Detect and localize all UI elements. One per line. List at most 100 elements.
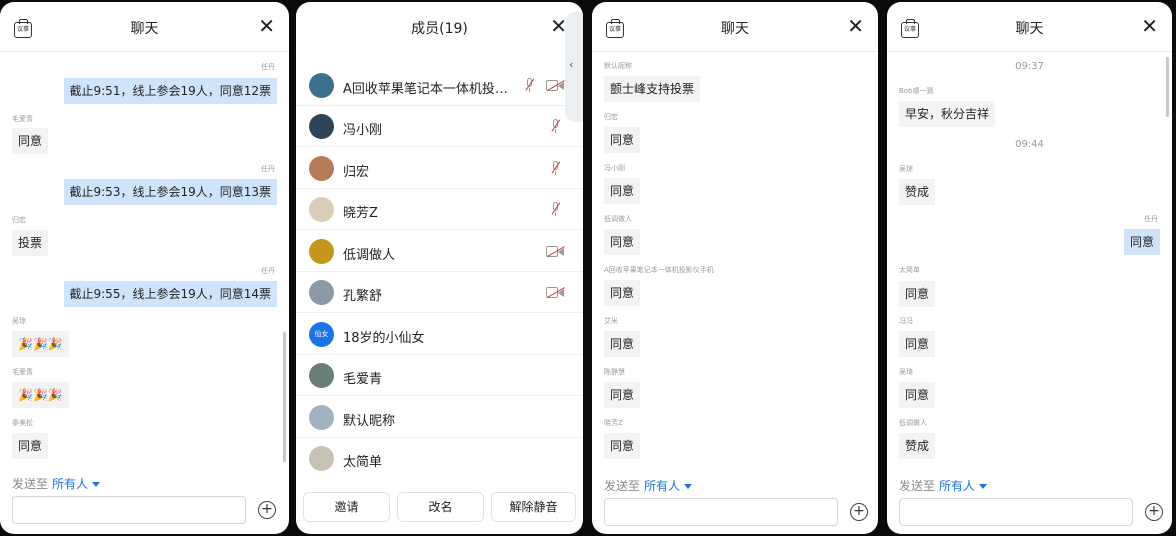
message-bubble[interactable]: 同意 bbox=[604, 331, 641, 357]
member-name: 低调做人 bbox=[343, 248, 396, 263]
chat-title: 聊天 bbox=[721, 21, 749, 37]
message-sender: 归宏 bbox=[604, 113, 618, 121]
member-row[interactable]: 默认昵称 bbox=[296, 397, 583, 438]
message-bubble[interactable]: 截止9:53，线上参会19人，同意13票 bbox=[63, 179, 277, 205]
member-row[interactable]: 孔繁舒 bbox=[296, 272, 583, 313]
message-input[interactable] bbox=[604, 498, 838, 526]
scrollbar[interactable] bbox=[283, 332, 286, 462]
mic-muted-icon[interactable] bbox=[551, 161, 561, 176]
member-row[interactable]: 低调做人 bbox=[296, 231, 583, 272]
send-to-target[interactable]: 所有人 bbox=[52, 477, 88, 491]
rename-button[interactable]: 改名 bbox=[397, 492, 484, 522]
message-sender: 秦美松 bbox=[12, 419, 33, 427]
message-sender: 吴琼 bbox=[12, 317, 26, 325]
message-bubble[interactable]: 同意 bbox=[604, 433, 641, 459]
plus-icon[interactable]: + bbox=[850, 503, 868, 521]
camera-off-icon[interactable] bbox=[546, 246, 565, 258]
mic-muted-icon[interactable] bbox=[551, 119, 561, 134]
members-panel: 成员(19) ✕ ‹ A回收苹果笔记本一体机投影仪手机 冯小刚 归宏 晓芳Z bbox=[296, 2, 583, 534]
message-bubble[interactable]: 🎉🎉🎉 bbox=[12, 382, 69, 408]
chat-header: 议事 聊天 ✕ bbox=[592, 2, 878, 52]
message-bubble[interactable]: 赞成 bbox=[899, 179, 936, 205]
message-bubble[interactable]: 同意 bbox=[899, 281, 936, 307]
chat-panel-1: 议事 聊天 ✕ 任丹 截止9:51，线上参会19人，同意12票 毛爱青 同意 任… bbox=[0, 2, 289, 534]
member-row[interactable]: A回收苹果笔记本一体机投影仪手机 bbox=[296, 65, 583, 106]
plus-icon[interactable]: + bbox=[1145, 503, 1163, 521]
avatar bbox=[309, 239, 334, 264]
chat-header: 议事 聊天 ✕ bbox=[0, 2, 289, 52]
send-to-target[interactable]: 所有人 bbox=[644, 479, 680, 493]
chat-title: 聊天 bbox=[130, 21, 159, 37]
avatar bbox=[309, 197, 334, 222]
camera-off-icon[interactable] bbox=[546, 80, 565, 92]
message-bubble[interactable]: 同意 bbox=[12, 433, 49, 459]
avatar bbox=[309, 405, 334, 430]
avatar bbox=[309, 73, 334, 98]
members-title: 成员(19) bbox=[411, 21, 468, 37]
send-to-selector[interactable]: 发送至 所有人 bbox=[12, 475, 101, 492]
message-bubble[interactable]: 同意 bbox=[604, 280, 641, 306]
message-input[interactable] bbox=[12, 496, 246, 524]
message-bubble[interactable]: 颤士峰支持投票 bbox=[604, 76, 701, 102]
mic-muted-icon[interactable] bbox=[551, 202, 561, 217]
chevron-down-icon[interactable] bbox=[684, 484, 693, 489]
message-bubble[interactable]: 同意 bbox=[899, 331, 936, 357]
send-to-target[interactable]: 所有人 bbox=[939, 479, 975, 493]
chevron-down-icon[interactable] bbox=[92, 482, 101, 487]
message-input[interactable] bbox=[899, 498, 1133, 526]
message-bubble[interactable]: 截止9:55，线上参会19人，同意14票 bbox=[63, 281, 277, 307]
send-to-selector[interactable]: 发送至 所有人 bbox=[604, 477, 693, 494]
avatar bbox=[309, 363, 334, 388]
message-sender: 任丹 bbox=[261, 165, 275, 173]
message-bubble[interactable]: 同意 bbox=[604, 127, 641, 153]
message-sender: 任丹 bbox=[261, 267, 275, 275]
chevron-down-icon[interactable] bbox=[979, 484, 988, 489]
member-actions: 邀请 改名 解除静音 bbox=[303, 492, 576, 522]
close-icon[interactable]: ✕ bbox=[258, 14, 275, 38]
message-bubble[interactable]: 同意 bbox=[604, 178, 641, 204]
message-bubble[interactable]: 🎉🎉🎉 bbox=[12, 331, 69, 357]
member-name: 孔繁舒 bbox=[343, 289, 383, 304]
message-bubble[interactable]: 早安，秋分吉祥 bbox=[899, 101, 996, 127]
message-bubble[interactable]: 同意 bbox=[1123, 229, 1160, 255]
message-sender: 艾米 bbox=[604, 317, 618, 325]
message-bubble[interactable]: 赞成 bbox=[899, 433, 936, 459]
close-icon[interactable]: ✕ bbox=[1141, 14, 1158, 38]
message-bubble[interactable]: 截止9:51，线上参会19人，同意12票 bbox=[63, 78, 277, 104]
close-icon[interactable]: ✕ bbox=[847, 14, 864, 38]
message-bubble[interactable]: 同意 bbox=[604, 229, 641, 255]
message-sender: 归宏 bbox=[12, 216, 26, 224]
member-row[interactable]: 晓芳Z bbox=[296, 189, 583, 230]
unmute-button[interactable]: 解除静音 bbox=[491, 492, 576, 522]
message-bubble[interactable]: 同意 bbox=[12, 128, 49, 154]
avatar bbox=[309, 114, 334, 139]
timestamp: 09:44 bbox=[1015, 139, 1044, 150]
chat-title: 聊天 bbox=[1015, 21, 1044, 37]
message-list: 默认昵称 颤士峰支持投票 归宏 同意 冯小刚 同意 低调做人 同意 A回收苹果笔… bbox=[592, 53, 878, 463]
message-sender: 低调做人 bbox=[604, 215, 632, 223]
camera-off-icon[interactable] bbox=[546, 287, 565, 299]
avatar bbox=[309, 156, 334, 181]
member-row[interactable]: 冯小刚 bbox=[296, 106, 583, 147]
member-row[interactable]: 归宏 bbox=[296, 148, 583, 189]
avatar: 仙女 bbox=[309, 322, 334, 347]
message-sender: 任丹 bbox=[1144, 215, 1158, 223]
invite-button[interactable]: 邀请 bbox=[303, 492, 390, 522]
message-sender: Bob顺一猜 bbox=[899, 87, 934, 95]
mic-muted-icon[interactable] bbox=[525, 78, 535, 93]
send-to-label: 发送至 bbox=[12, 477, 49, 491]
member-name: 晓芳Z bbox=[343, 206, 378, 221]
message-bubble[interactable]: 同意 bbox=[604, 382, 641, 408]
member-row[interactable]: 仙女 18岁的小仙女 bbox=[296, 314, 583, 355]
plus-icon[interactable]: + bbox=[258, 501, 276, 519]
member-name: 毛爱青 bbox=[343, 372, 383, 387]
message-bubble[interactable]: 投票 bbox=[12, 230, 49, 256]
scrollbar[interactable] bbox=[1166, 57, 1169, 117]
member-row[interactable]: 太简单 bbox=[296, 438, 583, 479]
send-to-selector[interactable]: 发送至 所有人 bbox=[899, 477, 988, 494]
message-bubble[interactable]: 同意 bbox=[899, 382, 936, 408]
chat-header: 议事 聊天 ✕ bbox=[887, 2, 1172, 52]
member-row[interactable]: 毛爱青 bbox=[296, 355, 583, 396]
message-sender: 任丹 bbox=[261, 63, 275, 71]
members-header: 成员(19) ✕ bbox=[296, 2, 583, 52]
